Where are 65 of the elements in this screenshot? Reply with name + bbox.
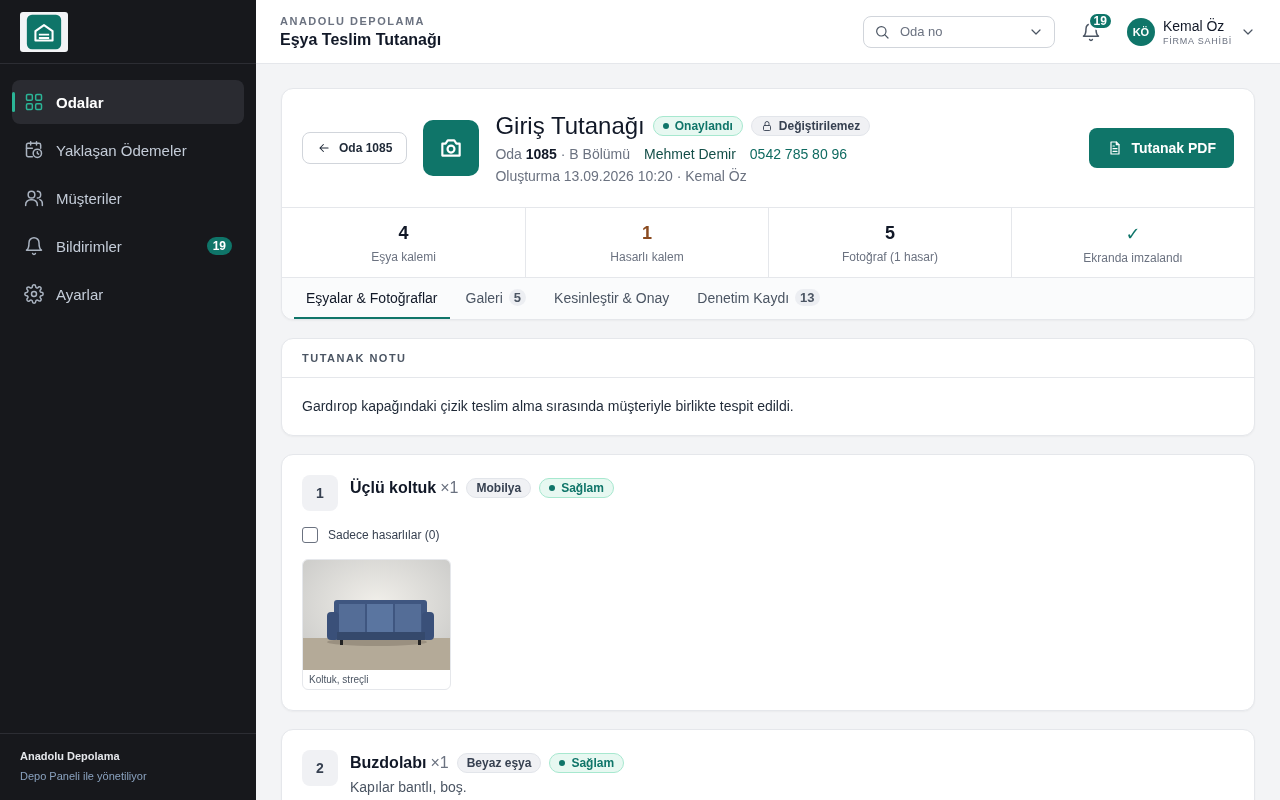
tab[interactable]: Kesinleştir & Onay xyxy=(542,278,682,319)
phone-link[interactable]: 0542 785 80 96 xyxy=(749,146,848,162)
note-text: Gardırop kapağındaki çizik teslim alma sırasında müşteriyle birlikte tespit edildi. xyxy=(301,397,795,416)
pdf-button[interactable]: Tutanak PDF xyxy=(1089,128,1234,168)
user-role: FİRMA SAHİBİ xyxy=(1162,35,1232,46)
stat-value: 5 xyxy=(884,223,896,244)
item-name: Buzdolabı xyxy=(350,754,427,772)
category-tag: Beyaz eşya xyxy=(456,753,542,773)
search-field[interactable]: Oda no xyxy=(862,15,1055,48)
condition-badge: Sağlam xyxy=(549,753,625,773)
checkbox-label: Sadece hasarlılar (0) xyxy=(328,528,440,542)
stat-label: Hasarlı kalem xyxy=(609,250,685,264)
settings-icon xyxy=(24,284,44,304)
customer-link[interactable]: Mehmet Demir xyxy=(644,146,736,162)
item-quantity: ×1 xyxy=(430,754,449,772)
company-label: ANADOLU DEPOLAMA xyxy=(280,14,426,27)
count-badge: 19 xyxy=(1087,11,1113,30)
item-name: Üçlü koltuk xyxy=(350,479,437,497)
sidebar-item[interactable]: Bildirimler 19 xyxy=(12,224,244,268)
search-icon xyxy=(873,23,890,40)
avatar: KÖ xyxy=(1126,17,1155,46)
checkbox[interactable] xyxy=(302,527,318,543)
stat-label: Ekranda imzalandı xyxy=(1082,251,1184,265)
arrow-left-icon xyxy=(317,141,331,155)
company-name: Anadolu Depolama xyxy=(20,750,121,762)
stat-label: Eşya kalemi xyxy=(370,250,437,264)
sidebar-item[interactable]: Ayarlar xyxy=(12,272,244,316)
photo-caption: Koltuk, streçli xyxy=(308,673,370,687)
count-badge: 5 xyxy=(508,289,527,306)
item-quantity: ×1 xyxy=(440,479,459,497)
user-name: Kemal Öz xyxy=(1162,17,1226,34)
sidebar-item[interactable]: Müşteriler xyxy=(12,176,244,220)
camera-icon xyxy=(423,120,480,176)
stat-value: 4 xyxy=(397,223,410,244)
stat-value: 1 xyxy=(641,223,653,244)
item-number: 1 xyxy=(302,475,338,511)
tab[interactable]: Eşyalar & Fotoğraflar xyxy=(294,278,450,319)
lock-badge: Değiştirilemez xyxy=(750,116,871,136)
footer-note: Depo Paneli ile yönetiliyor xyxy=(20,770,148,782)
page-title: Eşya Teslim Tutanağı xyxy=(280,30,442,49)
photo-card[interactable]: Koltuk, streçli xyxy=(302,559,451,690)
count-badge: 13 xyxy=(795,289,820,306)
grid-icon xyxy=(24,92,44,112)
count-badge: 19 xyxy=(206,237,232,255)
bell-icon xyxy=(24,236,44,256)
created-info: Oluşturma 13.09.2026 10:20 · Kemal Öz xyxy=(495,168,748,184)
sidebar-item[interactable]: Yaklaşan Ödemeler xyxy=(12,128,244,172)
stat-label: Fotoğraf (1 hasar) xyxy=(840,250,939,264)
room-info: Oda 1085 · B Bölümü xyxy=(495,146,631,162)
item-description: Kapılar bantlı, boş. xyxy=(350,779,468,795)
search-input[interactable]: Oda no xyxy=(897,23,1020,40)
status-badge: Onaylandı xyxy=(652,116,743,136)
tab[interactable]: Denetim Kaydı 13 xyxy=(685,278,832,319)
tab[interactable]: Galeri 5 xyxy=(453,278,539,319)
section-heading: TUTANAK NOTU xyxy=(282,339,1254,378)
category-tag: Mobilya xyxy=(466,478,532,498)
logo-icon xyxy=(20,12,68,52)
stat-value: ✓ xyxy=(1124,223,1142,245)
record-title: Giriş Tutanağı xyxy=(495,112,645,140)
condition-badge: Sağlam xyxy=(539,478,614,498)
back-button[interactable]: Oda 1085 xyxy=(302,132,408,164)
item-number: 2 xyxy=(302,750,338,786)
calendar-clock-icon xyxy=(24,140,44,160)
sidebar-item[interactable]: Odalar xyxy=(12,80,244,124)
users-icon xyxy=(24,188,44,208)
